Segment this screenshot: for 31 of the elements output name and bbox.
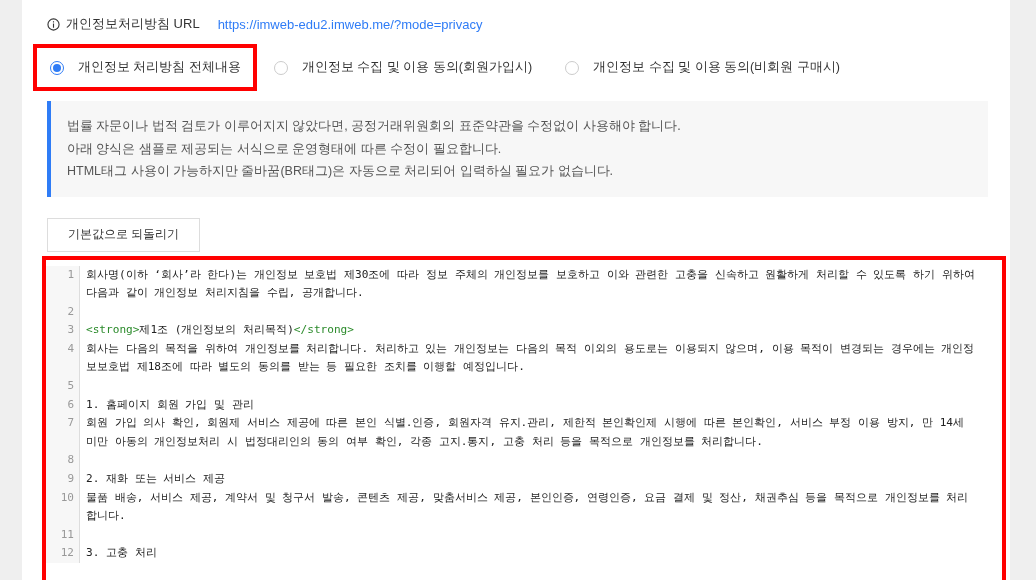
line-number: 8 bbox=[46, 451, 80, 471]
radio-option[interactable]: 개인정보 수집 및 이용 동의(회원가입시) bbox=[256, 44, 549, 91]
code-editor[interactable] bbox=[42, 255, 1006, 580]
line-number: 3 bbox=[46, 321, 80, 340]
line-number: 1 bbox=[46, 265, 80, 303]
line-number: 9 bbox=[46, 470, 80, 489]
code-line: 2. 재화 또는 서비스 제공 bbox=[85, 471, 227, 488]
notice-text: 법률 자문이나 법적 검토가 이루어지지 않았다면, 공정거래위원회의 표준약관을 수정없이 사용해야 합니다. bbox=[67, 118, 682, 135]
code-line: 회원 가입 의사 확인, 회원제 서비스 제공에 따른 본인 식별.인증, 회원자격 유지.관리, 제한적 본인확인제 시행에 따른 본인확인, 서비스 부정 이용 방지, 만 14세 미만 아동의 개인정보처리 시 법정대리인의 동의 여부 확인, 각종 고지.통지, 고충 처리 등을 목적으로 개인정보를 처리합니다. bbox=[85, 415, 966, 450]
notice-text: HTML태그 사용이 가능하지만 줄바꿈(BR태그)은 자동으로 처리되어 입력하실 필요가 없습니다. bbox=[67, 163, 614, 180]
notice-text: 아래 양식은 샘플로 제공되는 서식으로 운영형태에 따른 수정이 필요합니다. bbox=[67, 140, 503, 158]
line-number: 7 bbox=[46, 414, 80, 452]
code-line: 물품 배송, 서비스 제공, 계약서 및 청구서 발송, 콘텐츠 제공, 맞춤서비스 제공, 본인인증, 연령인증, 요금 결제 및 정산, 채권추심 등을 목적으로 개인정보를 처리합니다. bbox=[85, 489, 970, 525]
radio-icon bbox=[50, 60, 64, 75]
line-number: 10 bbox=[46, 488, 80, 526]
code-line: 회사는 다음의 목적을 위하여 개인정보를 처리합니다. 처리하고 있는 개인정보는 다음의 목적 이외의 용도로는 이용되지 않으며, 이용 목적이 변경되는 경우에는 개인정보보호법 제18조에 따라 별도의 동의를 받는 등 필요한 조치를 이행할 예정입니다. bbox=[85, 340, 976, 376]
code-line: 3. 고충 처리 bbox=[85, 545, 158, 562]
line-number: 4 bbox=[46, 339, 80, 378]
privacy-url-link[interactable]: https://imweb-edu2.imweb.me/?mode=privacy bbox=[217, 16, 483, 32]
radio-option[interactable]: 개인정보 처리방침 전체내용 bbox=[33, 44, 257, 91]
code-line: 회사명(이하 ‘회사’라 한다)는 개인정보 보호법 제30조에 따라 정보 주체의 개인정보를 보호하고 이와 관련한 고충을 신속하고 원활하게 처리할 수 있도록 하기 위하여 다음과 같이 개인정보 처리지침을 수립, 공개합니다. bbox=[85, 266, 976, 302]
code-line: 1. 홈페이지 회원 가입 및 관리 bbox=[85, 396, 255, 413]
url-label: 개인정보처리방침 URL bbox=[66, 15, 200, 33]
info-icon bbox=[47, 17, 60, 31]
reset-button[interactable]: 기본값으로 되돌리기 bbox=[47, 217, 201, 252]
code-line: <strong>제1조 (개인정보의 처리목적)</strong> bbox=[85, 322, 355, 339]
radio-icon bbox=[273, 60, 288, 75]
line-number: 12 bbox=[46, 544, 80, 563]
line-number: 5 bbox=[46, 377, 80, 396]
radio-icon bbox=[565, 60, 580, 75]
radio-option[interactable]: 개인정보 수집 및 이용 동의(비회원 구매시) bbox=[548, 44, 856, 91]
